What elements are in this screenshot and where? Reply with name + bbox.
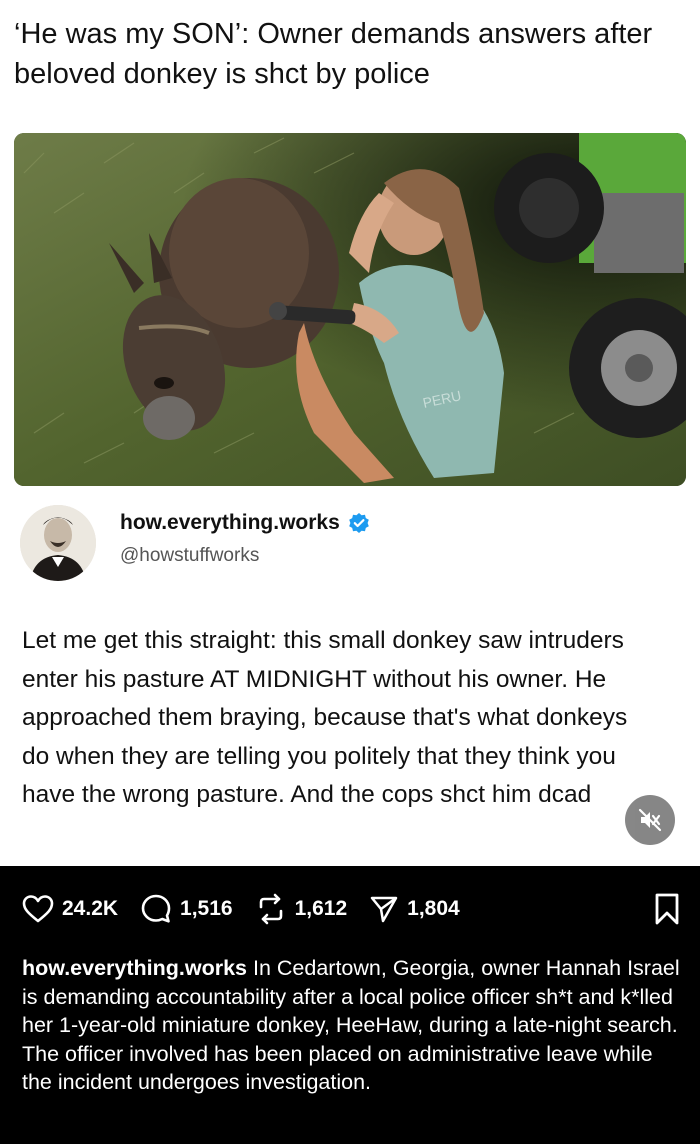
share-count: 1,804	[407, 897, 460, 920]
share-button[interactable]: 1,804	[369, 894, 460, 924]
avatar-portrait-icon	[20, 505, 96, 581]
comment-count: 1,516	[180, 897, 233, 920]
mute-button[interactable]	[625, 795, 675, 845]
avatar[interactable]	[20, 505, 96, 581]
tweet-text: Let me get this straight: this small don…	[22, 627, 628, 808]
repost-count: 1,612	[294, 897, 348, 920]
verified-badge-icon	[348, 512, 370, 534]
send-icon	[370, 896, 398, 923]
author-name[interactable]: how.everything.works	[120, 511, 340, 535]
bookmark-button[interactable]	[652, 892, 682, 931]
post-footer: 24.2K 1,516 1,612 1,804 how.everything.w…	[0, 866, 700, 1144]
news-photo: PERU	[14, 133, 686, 486]
speaker-muted-icon	[638, 808, 662, 832]
action-bar: 24.2K 1,516 1,612 1,804	[22, 892, 682, 926]
caption-username[interactable]: how.everything.works	[22, 956, 247, 980]
heart-icon	[22, 895, 54, 923]
comment-bubble-icon	[141, 894, 171, 923]
author-handle[interactable]: @howstuffworks	[120, 545, 259, 567]
photo-illustration: PERU	[14, 133, 686, 486]
like-count: 24.2K	[62, 897, 119, 920]
author-block[interactable]: how.everything.works @howstuffworks	[20, 505, 680, 585]
repost-icon	[259, 893, 282, 925]
post-caption: how.everything.works In Cedartown, Georg…	[22, 954, 682, 1097]
headline: ‘He was my SON’: Owner demands answers a…	[14, 18, 653, 90]
bookmark-icon	[655, 893, 679, 925]
repost-button[interactable]: 1,612	[255, 893, 348, 925]
author-name-row[interactable]: how.everything.works	[120, 511, 370, 535]
comment-button[interactable]: 1,516	[140, 893, 233, 925]
like-button[interactable]: 24.2K	[22, 894, 118, 924]
